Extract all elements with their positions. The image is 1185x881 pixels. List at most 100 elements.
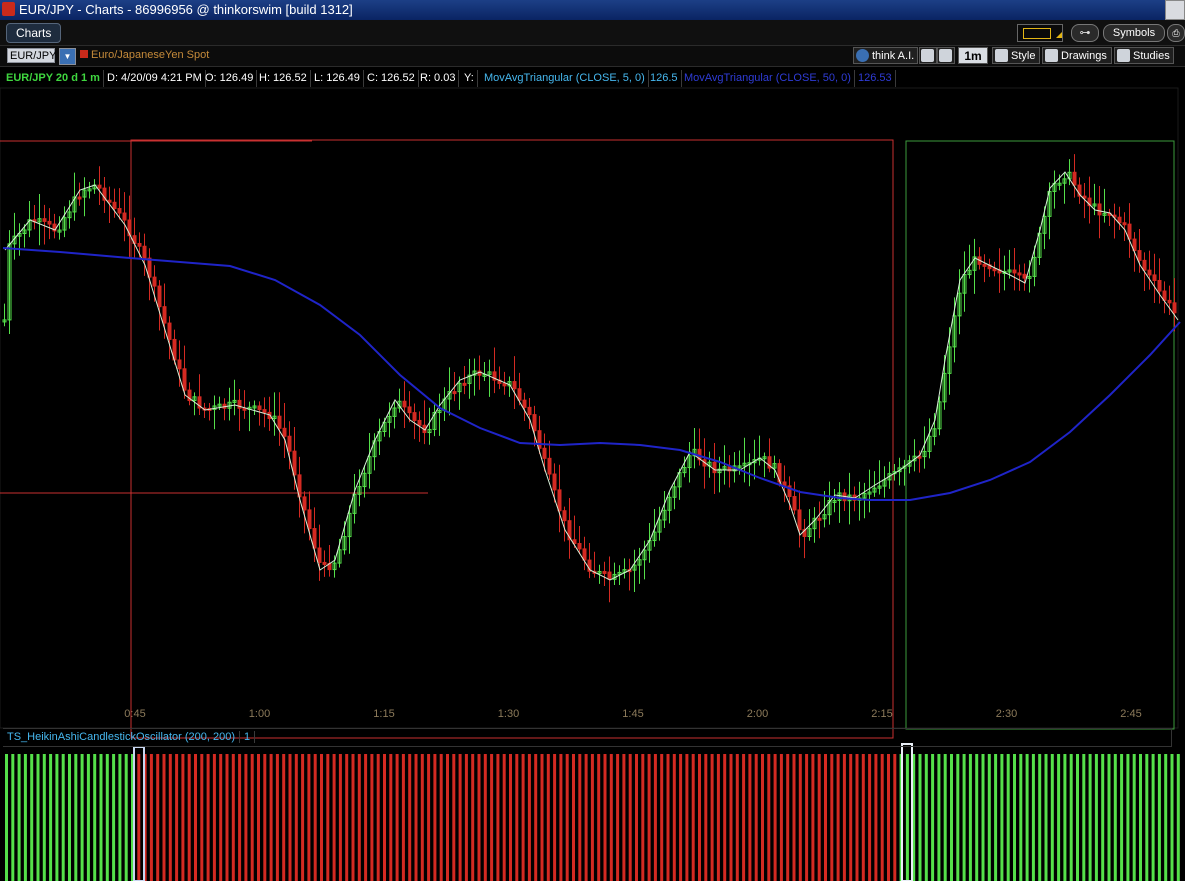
oscillator-bar-down (345, 754, 349, 881)
candle-down (142, 245, 147, 259)
oscillator-bar-up (1076, 754, 1079, 881)
oscillator-bar-down (792, 754, 796, 881)
oscillator-bar-up (93, 754, 97, 881)
oscillator-bar-down (408, 754, 412, 881)
time-axis-label: 2:30 (996, 708, 1017, 720)
oscillator-bar-down (805, 754, 809, 881)
candle-down (407, 406, 412, 414)
oscillator-bar-down (433, 754, 437, 881)
oscillator-bar-up (905, 754, 909, 881)
oscillator-bar-up (68, 754, 71, 881)
oscillator-bar-down (357, 754, 361, 881)
candle-down (317, 547, 322, 563)
oscillator-bar-down (641, 754, 645, 881)
oscillator-bar-down (326, 754, 330, 881)
oscillator-bar-up (61, 754, 65, 881)
ma-fast-line (4, 171, 1179, 581)
oscillator-bar-up (943, 754, 947, 881)
oscillator-bar-up (1113, 754, 1117, 881)
oscillator-bar-down (301, 754, 305, 881)
oscillator-bar-up (1013, 754, 1016, 881)
oscillator-bar-down (527, 754, 531, 881)
oscillator-bar-down (332, 754, 336, 881)
oscillator-bar-down (773, 754, 777, 881)
candle-down (542, 447, 547, 459)
oscillator-bar-down (181, 754, 185, 881)
oscillator-bar-down (761, 754, 764, 881)
oscillator-bar-down (238, 754, 242, 881)
oscillator-bar-down (231, 754, 235, 881)
oscillator-bar-down (704, 754, 708, 881)
oscillator-bar-down (748, 754, 752, 881)
oscillator-bar-up (1157, 754, 1161, 881)
time-axis-label: 1:30 (498, 708, 519, 720)
oscillator-value: 1 (240, 731, 256, 743)
candle-down (537, 430, 542, 449)
oscillator-bar-up (987, 754, 991, 881)
candle-down (1167, 299, 1172, 304)
oscillator-bar-down (149, 754, 153, 881)
oscillator-bar-up (1038, 754, 1042, 881)
candle-down (522, 399, 527, 408)
candle-down (517, 388, 522, 401)
oscillator-bar-down (187, 754, 191, 881)
oscillator-bar-down (666, 754, 670, 881)
candle-down (322, 561, 327, 565)
oscillator-bar-up (1025, 754, 1029, 881)
oscillator-bar-down (364, 754, 368, 881)
drawing-boxes (0, 139, 1175, 739)
time-axis: 0:45 1:00 1:15 1:30 1:45 2:00 2:15 2:30 2:45 (124, 708, 1141, 720)
oscillator-bar-up (1139, 754, 1142, 881)
oscillator-bar-down (257, 754, 260, 881)
chart-canvas[interactable]: 0:45 1:00 1:15 1:30 1:45 2:00 2:15 2:30 2:45 (0, 0, 1185, 881)
candle-down (532, 414, 537, 432)
oscillator-bar-up (80, 754, 84, 881)
oscillator-bar-down (887, 754, 890, 881)
oscillator-bar-up (1101, 754, 1105, 881)
oscillator-bar-down (767, 754, 771, 881)
oscillator-bar-down (496, 754, 500, 881)
oscillator-bar-up (1132, 754, 1136, 881)
oscillator-bar-down (263, 754, 267, 881)
oscillator-bar-down (351, 754, 355, 881)
oscillator-bar-up (962, 754, 966, 881)
oscillator-bar-down (742, 754, 746, 881)
oscillator-bar-down (206, 754, 210, 881)
oscillator-bar-up (1126, 754, 1130, 881)
oscillator-bar-down (735, 754, 739, 881)
candle-down (112, 201, 117, 210)
candle-down (47, 220, 52, 225)
oscillator-bar-down (855, 754, 859, 881)
oscillator-bar-down (836, 754, 840, 881)
oscillator-bar-down (162, 754, 166, 881)
oscillator-bar-down (868, 754, 872, 881)
oscillator-bar-up (1120, 754, 1124, 881)
oscillator-bar-up (1176, 754, 1180, 881)
candle-down (1097, 203, 1102, 216)
oscillator-bar-down (509, 754, 512, 881)
time-axis-label: 1:45 (622, 708, 643, 720)
oscillator-bar-up (1044, 754, 1048, 881)
oscillator-bar-up (1069, 754, 1073, 881)
oscillator-bar-down (578, 754, 582, 881)
candle-down (402, 400, 407, 408)
candle-down (302, 496, 307, 511)
candle-down (152, 276, 157, 287)
candle-down (462, 382, 467, 386)
oscillator-bar-down (515, 754, 519, 881)
oscillator-bar-up (30, 754, 34, 881)
candle-down (527, 406, 532, 416)
oscillator-bar-up (918, 754, 922, 881)
oscillator-bar-down (754, 754, 758, 881)
oscillator-bar-down (798, 754, 802, 881)
time-axis-label: 2:00 (747, 708, 768, 720)
oscillator-bar-down (502, 754, 506, 881)
candle-down (137, 242, 142, 247)
oscillator-bar-down (584, 754, 588, 881)
oscillator-bar-down (572, 754, 575, 881)
oscillator-bar-down (861, 754, 865, 881)
candle-down (582, 548, 587, 561)
chart-frame (0, 87, 1179, 729)
candle-down (282, 427, 287, 437)
candle-down (147, 257, 152, 278)
